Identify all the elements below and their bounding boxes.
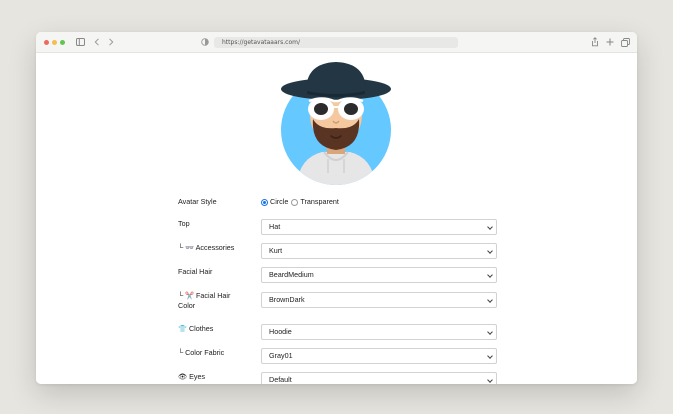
chevron-down-icon bbox=[487, 297, 493, 303]
back-icon[interactable] bbox=[93, 35, 101, 49]
zoom-window-button[interactable] bbox=[60, 40, 65, 45]
accessories-select[interactable]: Kurt bbox=[261, 243, 497, 259]
accessories-select-value: Kurt bbox=[269, 246, 283, 255]
new-tab-icon[interactable] bbox=[605, 35, 615, 49]
clothes-label: 👕 Clothes bbox=[178, 324, 214, 333]
minimize-window-button[interactable] bbox=[52, 40, 57, 45]
tab-overview-icon[interactable] bbox=[620, 35, 630, 49]
eyes-select-value: Default bbox=[269, 375, 292, 384]
eyes-select[interactable]: Default bbox=[261, 372, 497, 384]
circle-radio[interactable] bbox=[261, 198, 268, 206]
facial-hair-select[interactable]: BeardMedium bbox=[261, 267, 497, 283]
clothes-select[interactable]: Hoodie bbox=[261, 324, 497, 340]
facial-hair-label: Facial Hair bbox=[178, 267, 213, 276]
close-window-button[interactable] bbox=[44, 40, 49, 45]
color-fabric-label: └ Color Fabric bbox=[178, 348, 225, 357]
transparent-radio-label: Transparent bbox=[300, 197, 339, 206]
chevron-down-icon bbox=[487, 272, 493, 278]
address-bar[interactable]: https://getavataaars.com/ bbox=[214, 37, 458, 48]
browser-toolbar: https://getavataaars.com/ bbox=[36, 32, 637, 53]
chevron-down-icon bbox=[487, 353, 493, 359]
accessories-label: └ 👓 Accessories bbox=[178, 243, 235, 252]
hat-crown bbox=[306, 62, 366, 91]
top-select[interactable]: Hat bbox=[261, 219, 497, 235]
color-fabric-select-value: Gray01 bbox=[269, 351, 293, 360]
top-select-value: Hat bbox=[269, 222, 281, 231]
browser-window: https://getavataaars.com/ Avatar Style C… bbox=[36, 32, 637, 384]
page-content: Avatar Style Circle Transparent Top Hat … bbox=[36, 53, 637, 384]
clothes-select-value: Hoodie bbox=[269, 327, 292, 336]
facial-hair-color-label: └ ✂️ Facial Hair Color bbox=[178, 291, 231, 310]
top-label: Top bbox=[178, 219, 190, 228]
facial-hair-select-value: BeardMedium bbox=[269, 270, 314, 279]
sidebar-icon[interactable] bbox=[75, 35, 85, 49]
chevron-down-icon bbox=[487, 377, 493, 383]
transparent-radio[interactable] bbox=[291, 198, 299, 206]
color-fabric-select[interactable]: Gray01 bbox=[261, 348, 497, 364]
forward-icon[interactable] bbox=[107, 35, 115, 49]
chevron-down-icon bbox=[487, 224, 493, 230]
avatar-style-label: Avatar Style bbox=[178, 197, 217, 206]
facial-hair-color-select[interactable]: BrownDark bbox=[261, 292, 497, 308]
share-icon[interactable] bbox=[590, 35, 600, 49]
avatar-preview bbox=[281, 62, 391, 185]
circle-radio-label: Circle bbox=[270, 197, 289, 206]
chevron-down-icon bbox=[487, 248, 493, 254]
avatar-style-radio-group: Circle Transparent bbox=[261, 197, 339, 207]
facial-hair-color-select-value: BrownDark bbox=[269, 295, 305, 304]
eyes-label: 👁 Eyes bbox=[178, 372, 206, 381]
chevron-down-icon bbox=[487, 329, 493, 335]
privacy-shield-icon[interactable] bbox=[200, 35, 210, 49]
